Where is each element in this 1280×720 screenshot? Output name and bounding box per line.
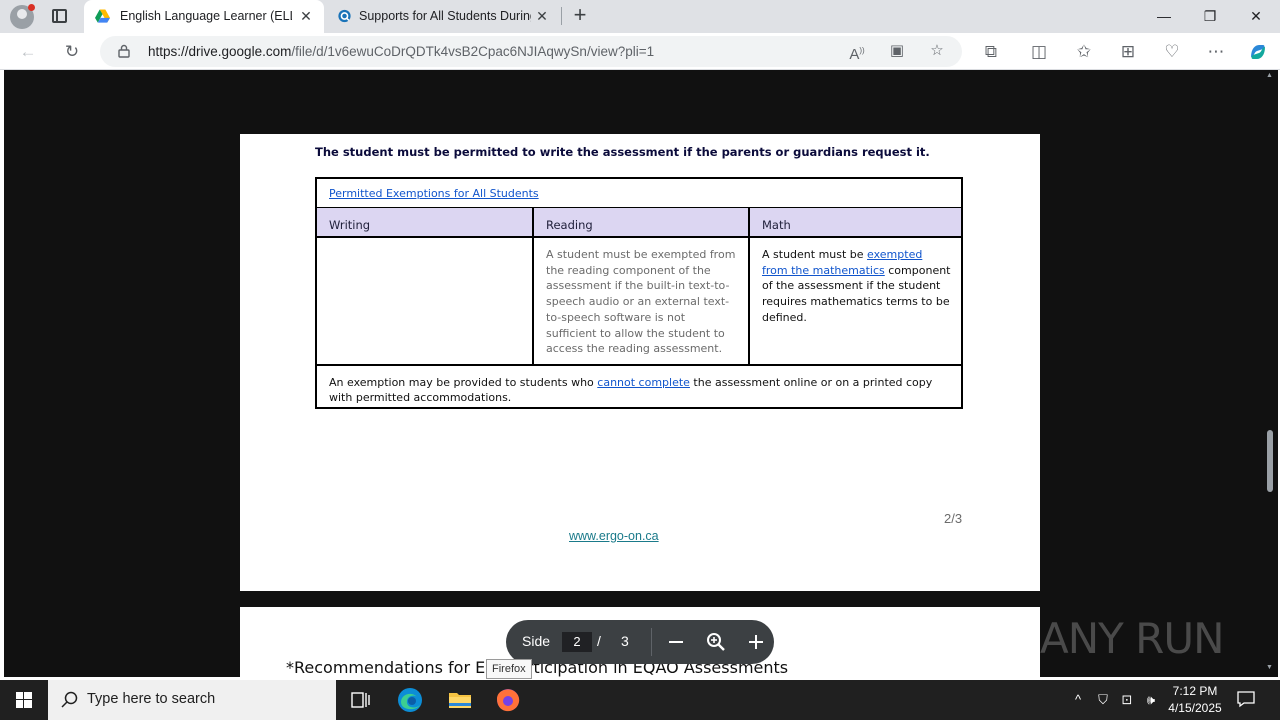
windows-taskbar: Type here to search ^ ⛉ ⊡ 🕪 7:12 PM 4/15… (0, 680, 1280, 720)
scroll-up-icon[interactable]: ▲ (1266, 72, 1273, 79)
volume-icon[interactable]: 🕪 (1140, 680, 1162, 720)
favorite-star-icon[interactable]: ☆ (926, 40, 948, 62)
zoom-out-icon[interactable] (664, 630, 688, 654)
show-hidden-icons-icon[interactable]: ^ (1068, 680, 1088, 720)
page-label: Side (522, 633, 551, 649)
reading-cell: A student must be exempted from the read… (532, 238, 748, 364)
taskbar-search-box[interactable]: Type here to search (48, 680, 336, 720)
back-icon[interactable]: ← (15, 39, 41, 65)
collections-icon[interactable]: ⊞ (1115, 39, 1141, 65)
anyrun-watermark: ANY RUN (1040, 606, 1240, 676)
google-drive-icon (95, 9, 110, 23)
task-view-icon[interactable] (336, 680, 384, 720)
search-placeholder: Type here to search (87, 691, 216, 707)
tab-separator (561, 7, 562, 25)
clock-time: 7:12 PM (1172, 684, 1218, 698)
column-header-reading: Reading (532, 208, 748, 238)
pdf-viewer[interactable]: The student must be permitted to write t… (4, 70, 1278, 677)
table-caption-row: Permitted Exemptions for All Students (317, 179, 961, 208)
ergo-website-link[interactable]: www.ergo-on.ca (569, 529, 659, 543)
document-note: The student must be permitted to write t… (315, 145, 930, 159)
tab-supports-for-all-students[interactable]: Supports for All Students During ✕ (326, 0, 560, 33)
math-cell: A student must be exempted from the math… (748, 238, 961, 364)
url-path: /file/d/1v6ewuCoDrQDTk4vsB2Cpac6NJIAqwyS… (291, 44, 655, 59)
address-bar[interactable]: https://drive.google.com/file/d/1v6ewuCo… (100, 36, 962, 67)
browser-essentials-icon[interactable]: ♡ (1159, 39, 1185, 65)
refresh-icon[interactable]: ↻ (59, 39, 85, 65)
watermark-text: ANY RUN (1040, 614, 1224, 663)
column-header-math: Math (748, 208, 961, 238)
current-page-input[interactable]: 2 (562, 632, 592, 652)
url-text[interactable]: https://drive.google.com/file/d/1v6ewuCo… (148, 44, 654, 59)
scroll-down-icon[interactable]: ▼ (1266, 664, 1273, 671)
notifications-icon[interactable] (1236, 690, 1256, 708)
page-number: 2/3 (944, 511, 963, 526)
profile-notification-dot (28, 4, 35, 11)
network-icon[interactable]: ⊡ (1117, 680, 1137, 720)
fit-zoom-icon[interactable] (704, 630, 728, 654)
minimize-icon[interactable]: — (1141, 0, 1187, 33)
security-tray-icon[interactable]: ⛉ (1093, 680, 1113, 720)
split-screen-icon[interactable]: ◫ (1026, 39, 1052, 65)
lock-icon[interactable] (118, 44, 130, 58)
table-caption-link[interactable]: Permitted Exemptions for All Students (329, 187, 539, 200)
page-separator: / (597, 633, 601, 649)
footer-text-before: An exemption may be provided to students… (329, 376, 598, 389)
writing-cell (317, 238, 532, 364)
column-header-writing: Writing (317, 208, 532, 238)
close-tab-icon[interactable]: ✕ (298, 8, 314, 24)
tab-ell-document[interactable]: English Language Learner (ELL) P ✕ (84, 0, 324, 33)
windows-start-icon[interactable] (0, 680, 48, 720)
immersive-reader-icon[interactable]: ▣ (886, 40, 908, 62)
favorites-icon[interactable]: ✩ (1071, 39, 1097, 65)
table-footer: An exemption may be provided to students… (317, 364, 961, 409)
file-explorer-icon[interactable] (436, 680, 484, 720)
tab-title: English Language Learner (ELL) P (120, 9, 292, 23)
firefox-tooltip: Firefox (486, 659, 532, 679)
pager-divider (651, 628, 652, 656)
cannot-complete-link[interactable]: cannot complete (597, 376, 690, 389)
browser-toolbar: ← ↻ https://drive.google.com/file/d/1v6e… (0, 33, 1280, 70)
document-page-2: The student must be permitted to write t… (240, 134, 1040, 591)
tab-title: Supports for All Students During (359, 9, 531, 23)
edge-taskbar-icon[interactable] (386, 680, 434, 720)
exemptions-table: Permitted Exemptions for All Students Wr… (315, 177, 963, 409)
page-navigation-bar: Side 2 / 3 (506, 620, 774, 664)
copilot-icon[interactable] (1245, 39, 1271, 65)
restore-icon[interactable]: ❐ (1187, 0, 1233, 33)
settings-more-icon[interactable]: ⋯ (1203, 39, 1229, 65)
close-tab-icon[interactable]: ✕ (534, 8, 550, 24)
total-pages: 3 (621, 633, 629, 649)
scrollbar-thumb[interactable] (1267, 430, 1273, 492)
url-host: https://drive.google.com (148, 44, 292, 59)
q-icon (338, 9, 351, 23)
system-clock[interactable]: 7:12 PM 4/15/2025 (1160, 683, 1230, 717)
new-tab-icon[interactable]: + (568, 4, 592, 28)
tab-actions-icon[interactable] (52, 9, 67, 23)
zoom-in-icon[interactable] (744, 630, 768, 654)
vertical-scrollbar[interactable]: ▲ ▼ (1265, 70, 1275, 673)
clock-date: 4/15/2025 (1168, 701, 1222, 715)
search-icon (61, 691, 78, 708)
tab-strip: English Language Learner (ELL) P ✕ Suppo… (0, 0, 1280, 33)
close-window-icon[interactable]: ✕ (1233, 0, 1279, 33)
firefox-taskbar-icon[interactable] (484, 680, 532, 720)
read-aloud-icon[interactable]: A)) (846, 40, 868, 63)
extensions-icon[interactable]: ⧉ (978, 39, 1004, 65)
math-text-before: A student must be (762, 248, 868, 261)
